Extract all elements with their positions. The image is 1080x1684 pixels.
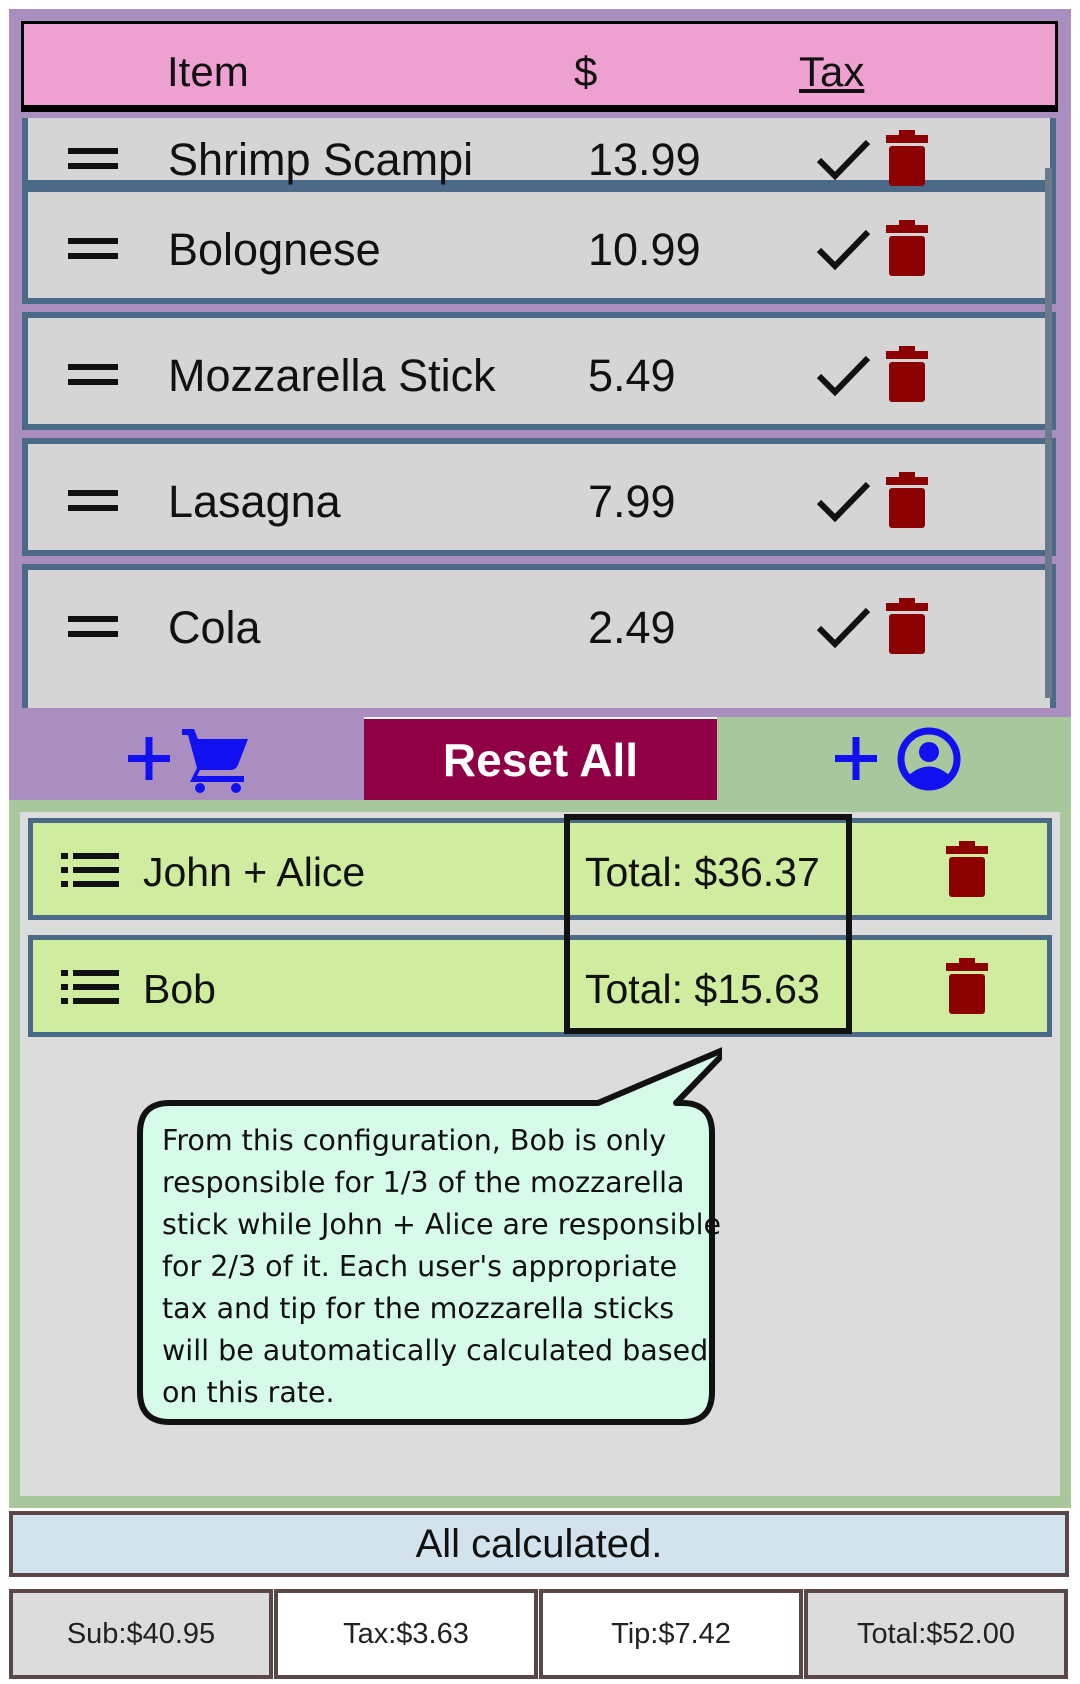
drag-handle-icon[interactable]	[68, 148, 118, 170]
item-price[interactable]: 2.49	[588, 602, 676, 654]
trash-icon[interactable]	[886, 346, 928, 402]
item-price[interactable]: 7.99	[588, 476, 676, 528]
item-row-bolognese[interactable]: Bolognese 10.99	[22, 186, 1056, 304]
drag-handle-icon[interactable]	[68, 364, 118, 386]
group-row-bob[interactable]: Bob Total: $15.63	[28, 935, 1052, 1037]
column-header-item: Item	[167, 48, 249, 95]
summary-total[interactable]: Total:$52.00	[804, 1589, 1068, 1679]
add-user-button[interactable]	[833, 725, 963, 793]
trash-icon[interactable]	[946, 841, 988, 897]
tax-check-icon[interactable]	[813, 136, 873, 184]
summary-subtotal[interactable]: Sub:$40.95	[9, 1589, 273, 1679]
add-item-button[interactable]	[120, 725, 255, 793]
add-person-icon	[835, 727, 961, 791]
drag-handle-icon[interactable]	[68, 616, 118, 638]
list-icon[interactable]	[61, 853, 119, 887]
summary-tip[interactable]: Tip:$7.42	[539, 1589, 803, 1679]
trash-icon[interactable]	[886, 598, 928, 654]
group-row-john-alice[interactable]: John + Alice Total: $36.37	[28, 818, 1052, 920]
summary-tax[interactable]: Tax:$3.63	[274, 1589, 538, 1679]
totals-highlight-box	[564, 814, 852, 1034]
item-price[interactable]: 10.99	[588, 224, 701, 276]
status-text: All calculated.	[415, 1521, 663, 1566]
tax-check-icon[interactable]	[813, 226, 873, 274]
item-row-shrimp-scampi[interactable]: Shrimp Scampi 13.99	[22, 118, 1056, 186]
tax-check-icon[interactable]	[813, 604, 873, 652]
item-name[interactable]: Shrimp Scampi	[168, 134, 473, 186]
items-list[interactable]: Shrimp Scampi 13.99 Bolognese 10.99 Mozz…	[22, 118, 1056, 708]
drag-handle-icon[interactable]	[68, 238, 118, 260]
group-name[interactable]: John + Alice	[143, 849, 365, 896]
trash-icon[interactable]	[946, 958, 988, 1014]
reset-all-button[interactable]: Reset All	[364, 719, 717, 800]
trash-icon[interactable]	[886, 130, 928, 186]
add-to-cart-icon	[128, 729, 248, 793]
items-scrollbar[interactable]	[1045, 168, 1052, 698]
tax-check-icon[interactable]	[813, 478, 873, 526]
tax-check-icon[interactable]	[813, 352, 873, 400]
callout-text: From this configuration, Bob is only res…	[162, 1124, 722, 1409]
drag-handle-icon[interactable]	[68, 490, 118, 512]
list-icon[interactable]	[61, 970, 119, 1004]
item-name[interactable]: Bolognese	[168, 224, 381, 276]
item-name[interactable]: Mozzarella Stick	[168, 350, 496, 402]
item-row-cola[interactable]: Cola 2.49	[22, 564, 1056, 708]
item-name[interactable]: Lasagna	[168, 476, 341, 528]
item-price[interactable]: 5.49	[588, 350, 676, 402]
trash-icon[interactable]	[886, 220, 928, 276]
item-row-lasagna[interactable]: Lasagna 7.99	[22, 438, 1056, 556]
column-header-tax[interactable]: Tax	[799, 48, 864, 96]
item-row-mozzarella-stick[interactable]: Mozzarella Stick 5.49	[22, 312, 1056, 430]
group-name[interactable]: Bob	[143, 966, 216, 1013]
trash-icon[interactable]	[886, 472, 928, 528]
status-bar: All calculated.	[9, 1511, 1069, 1577]
items-table-header: Item $ Tax	[21, 21, 1058, 112]
column-header-price: $	[574, 48, 598, 95]
item-name[interactable]: Cola	[168, 602, 261, 654]
item-price[interactable]: 13.99	[588, 134, 701, 186]
